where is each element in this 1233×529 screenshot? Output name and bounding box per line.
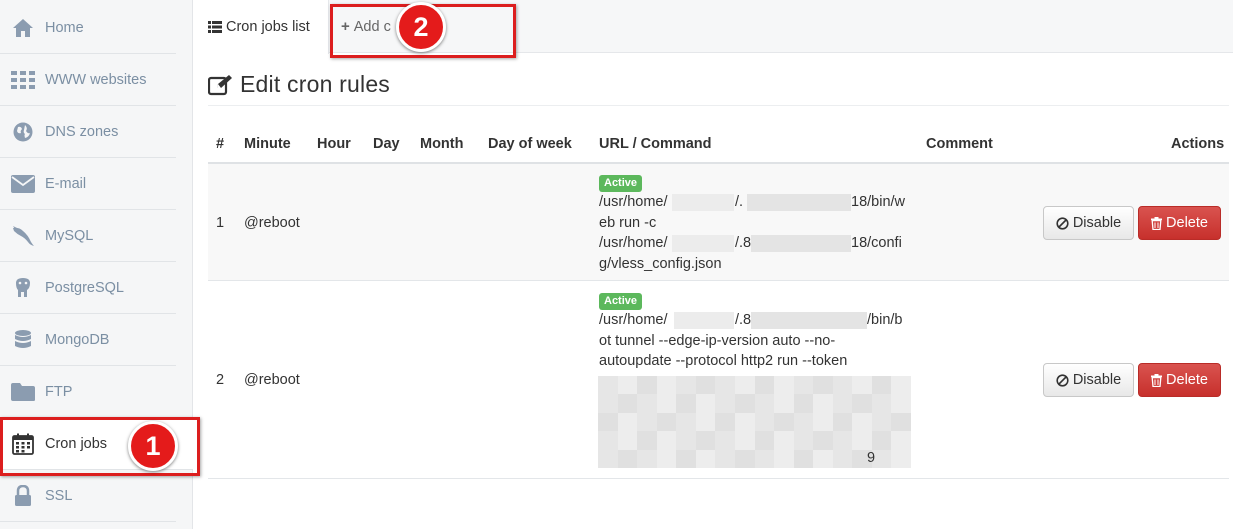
command-text: /.8 xyxy=(735,235,752,252)
page-heading: Edit cron rules xyxy=(240,71,391,97)
table-row: 1 @reboot Active /usr/home/ /. 18/bin/w … xyxy=(208,164,1229,281)
column-header-month: Month xyxy=(420,136,464,152)
column-header-actions: Actions xyxy=(1171,136,1225,152)
row-number: 1 xyxy=(216,215,225,231)
disable-button[interactable]: Disable xyxy=(1043,206,1134,240)
tab-label: Cron jobs list xyxy=(226,19,310,35)
command-text: eb run -c xyxy=(599,214,657,231)
edit-icon xyxy=(207,74,234,98)
sidebar-item-label: E-mail xyxy=(45,175,87,192)
command-text: /usr/home/ xyxy=(599,312,668,328)
row-number: 2 xyxy=(216,372,225,388)
status-badge: Active xyxy=(599,175,643,192)
database-icon xyxy=(10,329,36,351)
list-icon xyxy=(208,21,222,33)
grid-icon xyxy=(10,69,36,91)
ban-icon xyxy=(1056,216,1069,230)
command-text: 9 xyxy=(867,450,876,466)
command-text: /. xyxy=(735,194,744,210)
button-label: Disable xyxy=(1072,372,1122,388)
redacted-block xyxy=(751,312,867,329)
disable-button[interactable]: Disable xyxy=(1043,363,1134,397)
command-text: g/vless_config.json xyxy=(599,255,722,272)
folder-icon xyxy=(10,381,36,403)
command-text: autoupdate --protocol http2 run --token xyxy=(599,353,848,370)
sidebar-item-label: WWW websites xyxy=(45,71,147,88)
button-label: Delete xyxy=(1166,215,1208,231)
sidebar-item-label: Home xyxy=(45,19,84,36)
redacted-block xyxy=(672,235,734,253)
trash-icon xyxy=(1151,216,1163,230)
column-header-command: URL / Command xyxy=(599,136,712,152)
command-text: /usr/home/ xyxy=(599,235,668,252)
button-label: Disable xyxy=(1072,215,1122,231)
envelope-icon xyxy=(10,173,36,195)
sidebar-item-label: MySQL xyxy=(45,227,94,244)
row-minute: @reboot xyxy=(244,215,300,231)
sidebar-item-dns-zones[interactable]: DNS zones xyxy=(0,106,176,158)
dolphin-icon xyxy=(10,225,36,247)
column-header-minute: Minute xyxy=(244,136,291,152)
sidebar-item-label: DNS zones xyxy=(45,123,119,140)
column-header-day: Day xyxy=(373,136,400,152)
sidebar-item-label: MongoDB xyxy=(45,331,110,348)
sidebar-item-e-mail[interactable]: E-mail xyxy=(0,158,176,210)
globe-icon xyxy=(10,121,36,143)
row-command: /usr/home/ /. 18/bin/w eb run -c /usr/ho… xyxy=(599,192,915,274)
sidebar-item-label: PostgreSQL xyxy=(45,279,124,296)
sidebar-item-ssl[interactable]: SSL xyxy=(0,470,176,522)
column-header-comment: Comment xyxy=(926,136,993,152)
page-title: Edit cron rules xyxy=(207,71,1229,106)
delete-button[interactable]: Delete xyxy=(1138,206,1221,240)
sidebar-item-ftp[interactable]: FTP xyxy=(0,366,176,418)
redacted-block xyxy=(751,235,851,253)
command-text: 18/bin/w xyxy=(851,194,906,210)
home-icon xyxy=(10,17,36,39)
redacted-token-area xyxy=(598,376,911,468)
trash-icon xyxy=(1151,373,1163,387)
sidebar-item-mysql[interactable]: MySQL xyxy=(0,210,176,262)
redacted-block xyxy=(672,194,734,211)
button-label: Delete xyxy=(1166,372,1208,388)
column-header-number: # xyxy=(216,136,225,152)
redacted-block xyxy=(747,194,851,211)
lock-icon xyxy=(10,484,36,507)
row-minute: @reboot xyxy=(244,372,300,388)
tab-cron-jobs-list[interactable]: Cron jobs list xyxy=(193,0,329,54)
annotation-badge-2: 2 xyxy=(396,2,446,52)
status-badge: Active xyxy=(599,293,643,310)
sidebar-item-mongodb[interactable]: MongoDB xyxy=(0,314,176,366)
sidebar-item-label: FTP xyxy=(45,383,73,400)
command-text: ot tunnel --edge-ip-version auto --no- xyxy=(599,332,836,349)
column-header-hour: Hour xyxy=(317,136,351,152)
row-command: /usr/home/ /.8 /bin/b ot tunnel --edge-i… xyxy=(599,310,915,372)
elephant-icon xyxy=(10,277,36,299)
redacted-block xyxy=(674,312,734,329)
command-text: /bin/b xyxy=(867,312,903,328)
delete-button[interactable]: Delete xyxy=(1138,363,1221,397)
command-text: 18/confi xyxy=(851,235,902,252)
sidebar-item-label: SSL xyxy=(45,487,73,504)
table-row: 2 @reboot Active /usr/home/ /.8 /bin/b o… xyxy=(208,282,1229,479)
command-text: /usr/home/ xyxy=(599,194,668,210)
ban-icon xyxy=(1056,373,1069,387)
annotation-badge-1: 1 xyxy=(128,421,178,471)
sidebar-item-postgresql[interactable]: PostgreSQL xyxy=(0,262,176,314)
sidebar-item-home[interactable]: Home xyxy=(0,2,176,54)
command-text: /.8 xyxy=(735,312,752,328)
sidebar-item-www-websites[interactable]: WWW websites xyxy=(0,54,176,106)
column-header-day-of-week: Day of week xyxy=(488,136,572,152)
